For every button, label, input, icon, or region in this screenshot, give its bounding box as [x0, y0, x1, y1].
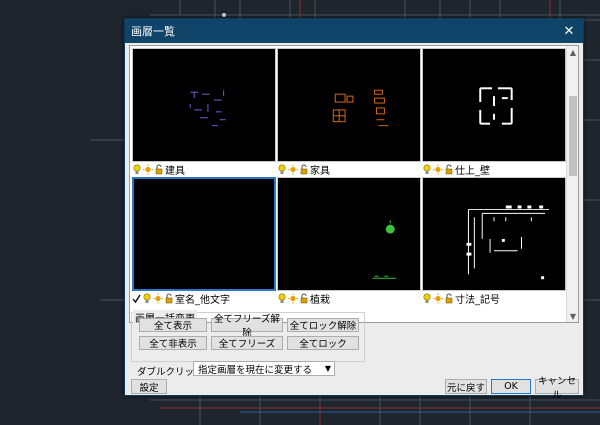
scroll-thumb[interactable] — [569, 96, 577, 176]
double-click-select[interactable]: 指定画層を現在に変更する ▼ — [193, 361, 335, 376]
show-all-button[interactable]: 全て表示 — [139, 318, 207, 332]
layer-tile[interactable]: 仕上_壁 — [422, 48, 566, 177]
bulb-icon[interactable] — [422, 293, 432, 304]
scroll-up-arrow[interactable]: ▲ — [567, 46, 578, 58]
sun-icon[interactable] — [433, 293, 443, 304]
layer-name: 植栽 — [310, 295, 330, 306]
layer-tile-selected[interactable]: 室名_他文字 — [132, 177, 276, 306]
layer-list-dialog: 画層一覧 ✕ 建具 家具 仕上_壁 室名_他文字 植栽 寸法_記号 ▲ ▼ 全て… — [124, 18, 584, 401]
vertical-scrollbar[interactable]: ▲ ▼ — [566, 46, 578, 322]
sun-icon[interactable] — [288, 293, 298, 304]
revert-button[interactable]: 元に戻す — [445, 379, 487, 394]
sun-icon[interactable] — [288, 164, 298, 175]
lock-all-button[interactable]: 全てロック — [287, 336, 359, 350]
close-icon[interactable]: ✕ — [561, 23, 577, 39]
chevron-down-icon[interactable]: ▼ — [325, 362, 331, 376]
layer-label: 寸法_記号 — [422, 292, 566, 306]
layer-name: 建具 — [165, 166, 185, 177]
layer-label: 植栽 — [277, 292, 421, 306]
cancel-button[interactable]: キャンセル — [535, 376, 579, 401]
lock-icon[interactable] — [164, 293, 174, 304]
layer-label: 家具 — [277, 163, 421, 177]
sun-icon[interactable] — [433, 164, 443, 175]
dialog-title: 画層一覧 — [131, 25, 175, 38]
lock-icon[interactable] — [299, 164, 309, 175]
lock-icon[interactable] — [299, 293, 309, 304]
unlock-all-button[interactable]: 全てロック解除 — [287, 318, 359, 332]
layer-tile[interactable]: 建具 — [132, 48, 276, 177]
ok-button[interactable]: OK — [491, 379, 531, 394]
lock-icon[interactable] — [444, 164, 454, 175]
dialog-titlebar[interactable]: 画層一覧 ✕ — [125, 19, 583, 43]
scroll-down-arrow[interactable]: ▼ — [567, 310, 578, 322]
double-click-value: 指定画層を現在に変更する — [198, 364, 313, 376]
sun-icon[interactable] — [143, 164, 153, 175]
unfreeze-all-button[interactable]: 全てフリーズ解除 — [211, 314, 283, 339]
layer-label: 仕上_壁 — [422, 163, 566, 177]
check-icon — [132, 294, 141, 304]
layer-thumbnail-grid[interactable]: 建具 家具 仕上_壁 室名_他文字 植栽 寸法_記号 ▲ ▼ — [129, 45, 579, 323]
layer-thumbnail[interactable] — [132, 48, 276, 162]
layer-label: 建具 — [132, 163, 276, 177]
layer-name: 室名_他文字 — [175, 295, 230, 306]
layer-tile[interactable]: 家具 — [277, 48, 421, 177]
layer-thumbnail[interactable] — [132, 177, 276, 291]
sun-icon[interactable] — [153, 293, 163, 304]
lock-icon[interactable] — [154, 164, 164, 175]
freeze-all-button[interactable]: 全てフリーズ — [211, 336, 283, 350]
layer-label: 室名_他文字 — [132, 292, 276, 306]
layer-name: 家具 — [310, 166, 330, 177]
bulb-icon[interactable] — [132, 164, 142, 175]
layer-thumbnail[interactable] — [277, 48, 421, 162]
lock-icon[interactable] — [444, 293, 454, 304]
bulb-icon[interactable] — [277, 293, 287, 304]
layer-thumbnail[interactable] — [277, 177, 421, 291]
layer-tile[interactable]: 寸法_記号 — [422, 177, 566, 306]
bulb-icon[interactable] — [422, 164, 432, 175]
layer-name: 寸法_記号 — [455, 295, 500, 306]
bulb-icon[interactable] — [142, 293, 152, 304]
layer-thumbnail[interactable] — [422, 177, 566, 291]
layer-thumbnail[interactable] — [422, 48, 566, 162]
layer-name: 仕上_壁 — [455, 166, 490, 177]
layer-tile[interactable]: 植栽 — [277, 177, 421, 306]
bulb-icon[interactable] — [277, 164, 287, 175]
settings-button[interactable]: 設定 — [131, 379, 167, 394]
hide-all-button[interactable]: 全て非表示 — [139, 336, 207, 350]
